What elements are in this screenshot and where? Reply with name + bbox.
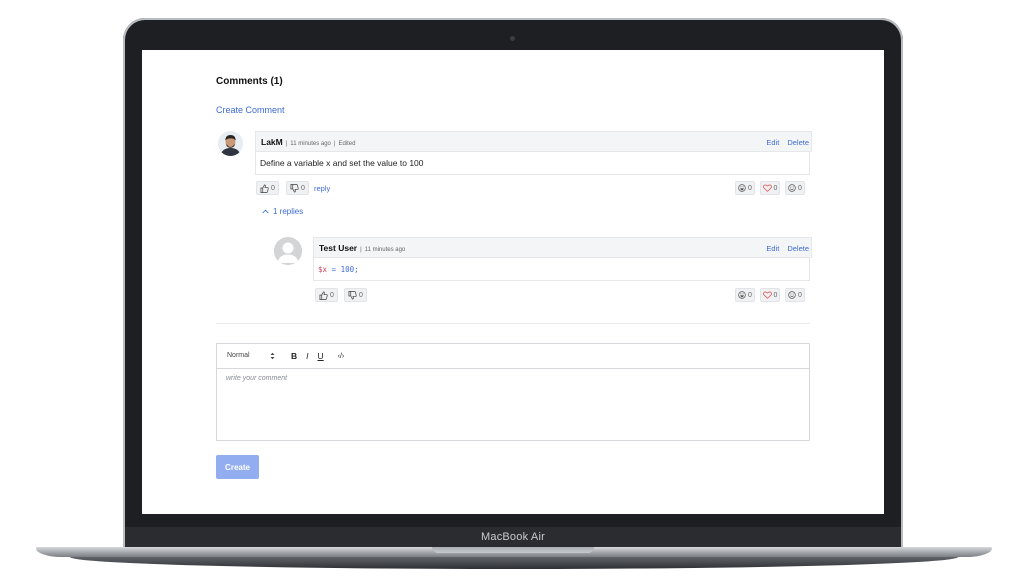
laugh-reaction[interactable]: 0 (735, 181, 755, 195)
comment-text: Define a variable x and set the value to… (260, 158, 424, 168)
avatar-placeholder (274, 237, 302, 265)
laptop-notch (432, 547, 594, 553)
laugh-icon (738, 291, 746, 299)
chevron-up-icon (262, 209, 269, 214)
laugh-icon (738, 184, 746, 192)
comment-header: LakM | 11 minutes ago | Edited Edit Dele… (255, 131, 812, 152)
comments-title: Comments (1) (216, 76, 283, 87)
heart-icon (762, 291, 772, 299)
reply-laugh-count: 0 (748, 291, 752, 299)
reply-dislike-button[interactable]: 0 (344, 288, 367, 302)
like-count: 0 (271, 184, 275, 192)
delete-comment-button[interactable]: Delete (787, 138, 809, 147)
editor-toolbar: Normal B I U ‹/› (217, 344, 809, 369)
format-select-value: Normal (227, 352, 250, 359)
replies-count: 1 replies (273, 207, 304, 216)
smile-reaction[interactable]: 0 (785, 181, 805, 195)
format-select[interactable]: Normal (227, 352, 275, 360)
reply-smile-reaction[interactable]: 0 (785, 288, 805, 302)
create-comment-link[interactable]: Create Comment (216, 105, 285, 115)
model-label: MacBook Air (481, 531, 545, 543)
bold-button[interactable]: B (291, 351, 297, 361)
edited-badge: Edited (338, 141, 356, 147)
edit-comment-button[interactable]: Edit (766, 138, 779, 147)
editor-input[interactable]: write your comment (226, 375, 287, 382)
delete-reply-button[interactable]: Delete (787, 244, 809, 253)
laptop-base-shadow (70, 557, 958, 569)
reply-header: Test User | 11 minutes ago Edit Delete (313, 237, 812, 258)
dislike-count: 0 (301, 184, 305, 192)
comment-body: Define a variable x and set the value to… (255, 151, 810, 175)
comment-author[interactable]: LakM (261, 137, 283, 147)
smile-icon (788, 184, 796, 192)
smile-count: 0 (798, 184, 802, 192)
thumbs-down-icon (348, 290, 357, 300)
reply-author[interactable]: Test User (319, 243, 357, 253)
camera-icon (510, 36, 515, 41)
user-icon (274, 237, 302, 265)
reply-smile-count: 0 (798, 291, 802, 299)
comment-editor: Normal B I U ‹/› write your comment (216, 343, 810, 441)
reply-link[interactable]: reply (314, 184, 330, 193)
laugh-count: 0 (748, 184, 752, 192)
italic-button[interactable]: I (306, 351, 308, 361)
code-variable: $x (318, 265, 328, 274)
reply-like-button[interactable]: 0 (315, 288, 338, 302)
thumbs-up-icon (260, 183, 269, 193)
replies-toggle[interactable]: 1 replies (262, 207, 303, 216)
comment-time: 11 minutes ago (290, 141, 331, 147)
code-expression: = 100; (327, 265, 359, 274)
heart-icon (762, 184, 772, 192)
divider (216, 323, 810, 324)
edit-reply-button[interactable]: Edit (766, 244, 779, 253)
smile-icon (788, 291, 796, 299)
thumbs-up-icon (319, 290, 328, 300)
heart-reaction[interactable]: 0 (760, 181, 780, 195)
create-button[interactable]: Create (216, 455, 259, 479)
dislike-button[interactable]: 0 (286, 181, 309, 195)
reply-heart-reaction[interactable]: 0 (760, 288, 780, 302)
underline-button[interactable]: U (318, 351, 324, 361)
heart-count: 0 (773, 184, 778, 192)
reply-body: $x = 100; (313, 257, 810, 281)
reply-dislike-count: 0 (359, 291, 363, 299)
avatar-lakm (218, 131, 243, 156)
select-arrows-icon (270, 352, 275, 360)
reply-heart-count: 0 (773, 291, 778, 299)
reply-code: $x = 100; (318, 265, 359, 274)
screen: Comments (1) Create Comment LakM | 11 mi… (142, 50, 884, 514)
thumbs-down-icon (290, 183, 299, 193)
reply-like-count: 0 (330, 291, 334, 299)
like-button[interactable]: 0 (256, 181, 279, 195)
reply-time: 11 minutes ago (364, 247, 406, 253)
code-button[interactable]: ‹/› (338, 353, 345, 360)
reply-laugh-reaction[interactable]: 0 (735, 288, 755, 302)
